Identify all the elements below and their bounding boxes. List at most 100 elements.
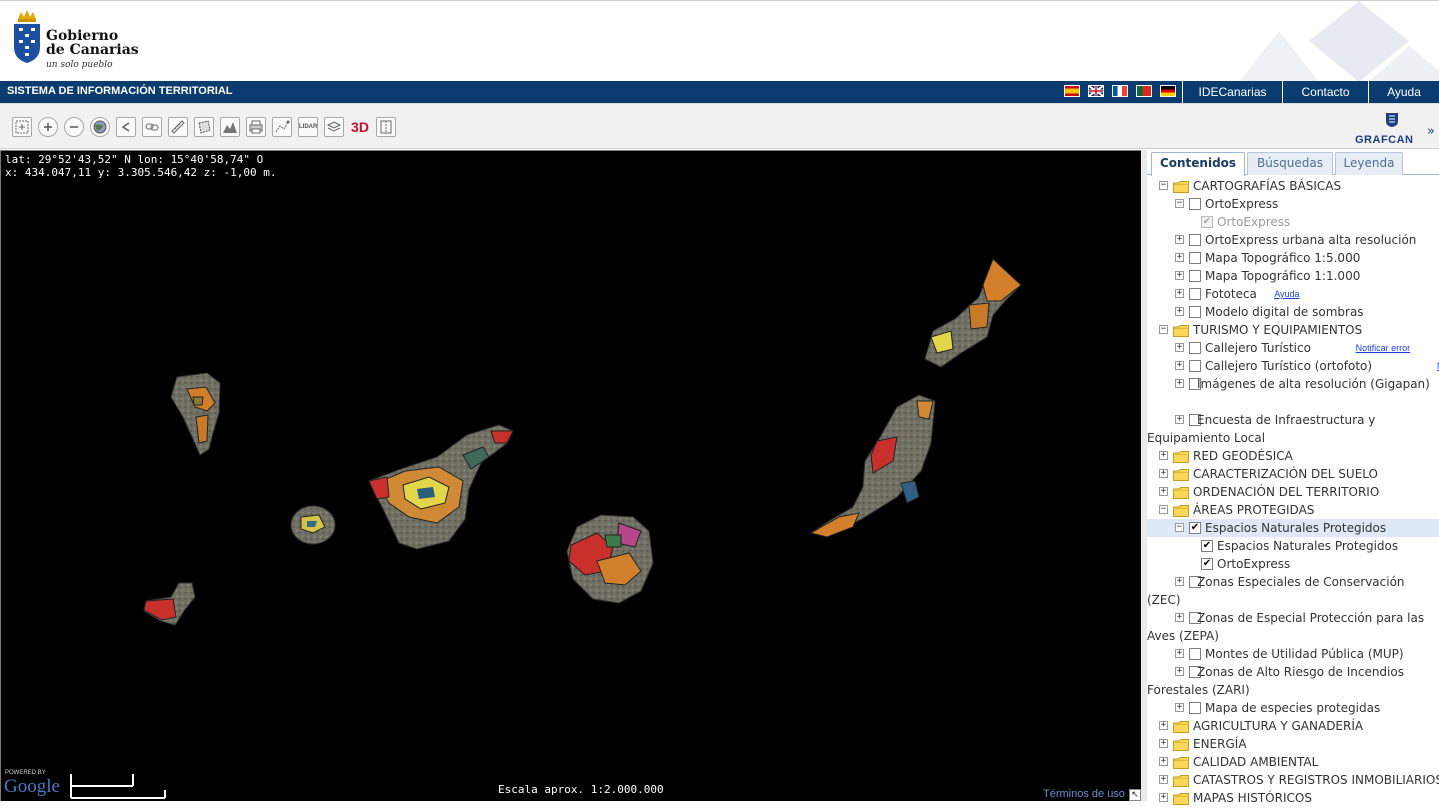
tree-layer[interactable]: + OrtoExpress urbana alta resolución [1147,231,1439,249]
collapse-icon[interactable]: − [1175,199,1184,208]
zoom-in-icon[interactable] [38,117,58,137]
tree-folder[interactable]: + CATASTROS Y REGISTROS INMOBILIARIOS [1147,771,1439,789]
split-icon[interactable] [376,117,396,137]
tree-layer[interactable]: + Zonas Especiales de Conservación (ZEC) [1147,573,1439,609]
expand-icon[interactable]: + [1159,451,1168,460]
tree-layer[interactable]: + Modelo digital de sombras [1147,303,1439,321]
layer-checkbox[interactable] [1189,252,1201,264]
tree-layer[interactable]: + Mapa Topográfico 1:5.000 [1147,249,1439,267]
zoom-box-icon[interactable] [12,117,32,137]
tree-folder[interactable]: + MAPAS HISTÓRICOS [1147,789,1439,807]
layer-checkbox[interactable] [1189,702,1201,714]
tree-folder[interactable]: + AGRICULTURA Y GANADERÍA [1147,717,1439,735]
tree-folder[interactable]: + RED GEODÉSICA [1147,447,1439,465]
tree-item-label: Modelo digital de sombras [1205,305,1364,319]
collapse-icon[interactable]: − [1159,325,1168,334]
globe-icon[interactable] [90,117,110,137]
tab-leyenda[interactable]: Leyenda [1335,152,1403,175]
contacto-link[interactable]: Contacto [1282,81,1368,103]
layer-checkbox[interactable]: ✔ [1201,558,1213,570]
expand-icon[interactable]: + [1175,289,1184,298]
expand-icon[interactable]: + [1159,469,1168,478]
profile-icon[interactable] [220,117,240,137]
tab-contenidos[interactable]: Contenidos [1151,152,1245,176]
tree-folder[interactable]: + CARACTERIZACIÓN DEL SUELO [1147,465,1439,483]
layer-checkbox[interactable] [1189,234,1201,246]
back-icon[interactable] [116,117,136,137]
tree-folder[interactable]: + ORDENACIÓN DEL TERRITORIO [1147,483,1439,501]
tree-layer[interactable]: ✔ OrtoExpress [1147,213,1439,231]
tree-layer[interactable]: + Montes de Utilidad Pública (MUP) [1147,645,1439,663]
english-flag-icon[interactable] [1088,85,1104,97]
layer-checkbox[interactable] [1189,306,1201,318]
tree-layer[interactable]: + Zonas de Especial Protección para las A… [1147,609,1439,645]
collapse-icon[interactable]: − [1175,523,1184,532]
tree-layer[interactable]: + Callejero Turístico Notificar error [1147,339,1439,357]
tree-layer[interactable]: + Mapa de especies protegidas [1147,699,1439,717]
collapse-panel-icon[interactable]: » [1427,124,1435,139]
zoom-out-icon[interactable] [64,117,84,137]
tree-folder[interactable]: − CARTOGRAFÍAS BÁSICAS [1147,177,1439,195]
layer-checkbox[interactable]: ✔ [1201,540,1213,552]
expand-icon[interactable]: + [1159,739,1168,748]
lidar-icon[interactable]: LIDAR [298,117,318,137]
expand-icon[interactable]: + [1175,649,1184,658]
expand-icon[interactable]: + [1159,775,1168,784]
tree-layer[interactable]: + Imágenes de alta resolución (Gigapan) [1147,375,1439,411]
collapse-icon[interactable]: − [1159,505,1168,514]
expand-icon[interactable]: + [1159,487,1168,496]
expand-icon[interactable]: + [1175,703,1184,712]
link-icon[interactable] [142,117,162,137]
expand-icon[interactable]: + [1175,271,1184,280]
print-icon[interactable] [246,117,266,137]
tree-folder[interactable]: + CALIDAD AMBIENTAL [1147,753,1439,771]
tree-folder[interactable]: − TURISMO Y EQUIPAMIENTOS [1147,321,1439,339]
resize-corner-icon[interactable]: ↖ [1129,789,1141,801]
tree-layer[interactable]: ✔ OrtoExpress [1147,555,1439,573]
collapse-icon[interactable]: − [1159,181,1168,190]
grafcan-logo[interactable]: GRAFCAN [1353,112,1413,146]
tree-folder[interactable]: − ÁREAS PROTEGIDAS [1147,501,1439,519]
layer-checkbox[interactable] [1189,198,1201,210]
tree-layer[interactable]: +Callejero Turístico (ortofoto)Notificar… [1147,357,1439,375]
expand-icon[interactable]: + [1159,757,1168,766]
terms-of-use-link[interactable]: Términos de uso [1043,788,1125,800]
tree-item-link[interactable]: Notificar error [1356,339,1411,357]
ruler-icon[interactable] [168,117,188,137]
tree-item-link[interactable]: Ayuda [1274,285,1299,303]
map-viewport[interactable]: lat: 29°52'43,52" N lon: 15°40'58,74" O … [0,150,1141,801]
layer-checkbox[interactable] [1189,288,1201,300]
tree-layer[interactable]: ✔ Espacios Naturales Protegidos [1147,537,1439,555]
layer-checkbox[interactable] [1189,342,1201,354]
tree-layer[interactable]: + Fototeca Ayuda [1147,285,1439,303]
expand-icon[interactable]: + [1159,721,1168,730]
tree-layer[interactable]: − OrtoExpress [1147,195,1439,213]
gobierno-canarias-logo[interactable]: Gobierno de Canarias un solo pueblo [12,9,142,73]
portuguese-flag-icon[interactable] [1136,85,1152,97]
tree-layer[interactable]: + Mapa Topográfico 1:1.000 [1147,267,1439,285]
canary-islands-map[interactable] [1,151,1141,801]
expand-icon[interactable]: + [1175,361,1184,370]
tree-layer[interactable]: − ✔ Espacios Naturales Protegidos [1147,519,1439,537]
tree-layer[interactable]: + Zonas de Alto Riesgo de Incendios Fores… [1147,663,1439,699]
area-measure-icon[interactable] [194,117,214,137]
idecanarias-link[interactable]: IDECanarias [1182,81,1282,103]
route-icon[interactable] [272,117,292,137]
tree-folder[interactable]: + ENERGÍA [1147,735,1439,753]
ayuda-link[interactable]: Ayuda [1368,81,1439,103]
german-flag-icon[interactable] [1160,85,1176,97]
3d-icon[interactable]: 3D [350,117,370,137]
layer-checkbox[interactable]: ✔ [1189,522,1201,534]
layer-checkbox[interactable] [1189,270,1201,282]
expand-icon[interactable]: + [1175,343,1184,352]
spanish-flag-icon[interactable] [1064,85,1080,97]
expand-icon[interactable]: + [1175,235,1184,244]
layers-icon[interactable] [324,117,344,137]
expand-icon[interactable]: + [1175,307,1184,316]
layer-checkbox[interactable] [1189,360,1201,372]
expand-icon[interactable]: + [1175,253,1184,262]
layer-checkbox[interactable] [1189,648,1201,660]
french-flag-icon[interactable] [1112,85,1128,97]
tree-layer[interactable]: + Encuesta de Infraestructura y Equipamie… [1147,411,1439,447]
tab-busquedas[interactable]: Búsquedas [1247,152,1333,175]
